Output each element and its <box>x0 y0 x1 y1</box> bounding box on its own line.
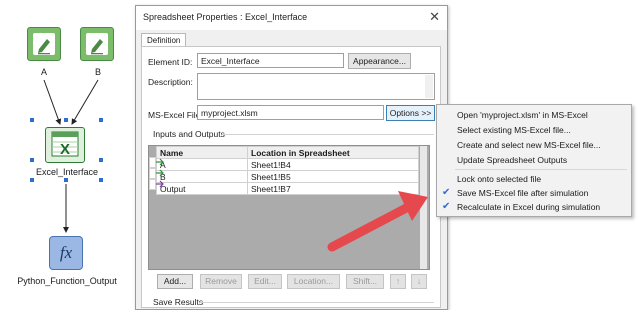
selection-handle[interactable] <box>30 158 34 162</box>
save-results-label: Save Results <box>153 297 204 307</box>
menu-item-label: Open 'myproject.xlsm' in MS-Excel <box>457 110 588 120</box>
selection-handle[interactable] <box>99 118 103 122</box>
excel-file-label: MS-Excel File: <box>148 110 203 120</box>
inputs-outputs-label: Inputs and Outputs <box>153 129 225 139</box>
python-node-label: Python_Function_Output <box>17 276 117 286</box>
cell-name[interactable]: A <box>156 158 248 171</box>
excel-node-label: Excel_Interface <box>35 167 99 177</box>
edit-button[interactable]: Edit... <box>248 274 282 289</box>
menu-item-recalculate[interactable]: ✔ Recalculate in Excel during simulation <box>437 200 631 214</box>
description-field[interactable] <box>197 73 435 100</box>
edit-pencil-icon <box>38 39 50 55</box>
dialog-titlebar[interactable]: Spreadsheet Properties : Excel_Interface… <box>136 6 447 30</box>
selection-handle[interactable] <box>99 158 103 162</box>
menu-item-label: Recalculate in Excel during simulation <box>457 202 601 212</box>
description-label: Description: <box>148 77 193 87</box>
selection-handle[interactable] <box>99 178 103 182</box>
menu-item-create-new[interactable]: Create and select new MS-Excel file... <box>437 138 631 152</box>
input-arrow-icon <box>156 169 164 177</box>
excel-x-glyph: X <box>60 141 70 158</box>
add-button[interactable]: Add... <box>157 274 193 289</box>
selection-handle[interactable] <box>64 178 68 182</box>
column-header-location[interactable]: Location in Spreadsheet <box>247 146 419 159</box>
selection-handle[interactable] <box>64 118 68 122</box>
move-down-button[interactable]: ↓ <box>411 274 427 289</box>
edit-pencil-icon <box>91 39 103 55</box>
table-header-row: Name Location in Spreadsheet <box>156 146 419 159</box>
element-id-label: Element ID: <box>148 57 193 67</box>
group-divider <box>222 134 434 135</box>
output-arrow-icon <box>156 180 164 188</box>
model-canvas[interactable]: A B X Excel_Interface fx Python_Function… <box>0 0 134 310</box>
column-header-name[interactable]: Name <box>156 146 248 159</box>
menu-item-open-in-excel[interactable]: Open 'myproject.xlsm' in MS-Excel <box>437 108 631 122</box>
location-button[interactable]: Location... <box>287 274 340 289</box>
menu-item-label: Create and select new MS-Excel file... <box>457 140 601 150</box>
input-arrow-icon <box>156 158 164 166</box>
element-id-field[interactable]: Excel_Interface <box>197 53 344 68</box>
menu-separator <box>455 169 627 170</box>
remove-button[interactable]: Remove <box>200 274 242 289</box>
menu-item-label: Select existing MS-Excel file... <box>457 125 571 135</box>
node-a-label: A <box>40 67 47 77</box>
dialog-title: Spreadsheet Properties : Excel_Interface <box>143 12 308 22</box>
selection-handle[interactable] <box>30 118 34 122</box>
shift-button[interactable]: Shift... <box>346 274 384 289</box>
node-b-icon[interactable] <box>80 27 114 61</box>
group-divider <box>200 302 434 303</box>
cell-name[interactable]: B <box>156 170 248 183</box>
move-up-button[interactable]: ↑ <box>390 274 406 289</box>
menu-item-select-existing[interactable]: Select existing MS-Excel file... <box>437 123 631 137</box>
function-node-icon[interactable]: fx <box>49 236 83 270</box>
cell-location[interactable]: Sheet1!B4 <box>247 158 419 171</box>
cell-name[interactable]: Output <box>156 182 248 195</box>
node-a-icon[interactable] <box>27 27 61 61</box>
table-row[interactable]: A Sheet1!B4 <box>156 158 419 171</box>
options-context-menu: Open 'myproject.xlsm' in MS-Excel Select… <box>436 104 632 217</box>
fx-icon: fx <box>59 243 73 262</box>
node-b-label: B <box>94 67 101 77</box>
row-type-icons <box>156 158 164 188</box>
menu-item-label: Save MS-Excel file after simulation <box>457 188 589 198</box>
options-button[interactable]: Options >> <box>386 105 435 121</box>
appearance-button[interactable]: Appearance... <box>348 53 411 69</box>
selection-handle[interactable] <box>30 178 34 182</box>
menu-item-label: Lock onto selected file <box>457 174 542 184</box>
spreadsheet-icon: X <box>51 131 79 158</box>
menu-item-label: Update Spreadsheet Outputs <box>457 155 568 165</box>
menu-item-save-after-sim[interactable]: ✔ Save MS-Excel file after simulation <box>437 186 631 200</box>
callout-arrow <box>327 191 428 252</box>
description-scrollbar[interactable] <box>425 75 433 98</box>
excel-file-field[interactable]: myproject.xlsm <box>197 105 384 120</box>
close-icon[interactable]: ✕ <box>429 9 440 25</box>
menu-item-update-outputs[interactable]: Update Spreadsheet Outputs <box>437 153 631 167</box>
tab-definition[interactable]: Definition <box>141 33 187 47</box>
menu-item-lock-file[interactable]: Lock onto selected file <box>437 172 631 186</box>
excel-interface-node[interactable]: X <box>45 127 85 163</box>
